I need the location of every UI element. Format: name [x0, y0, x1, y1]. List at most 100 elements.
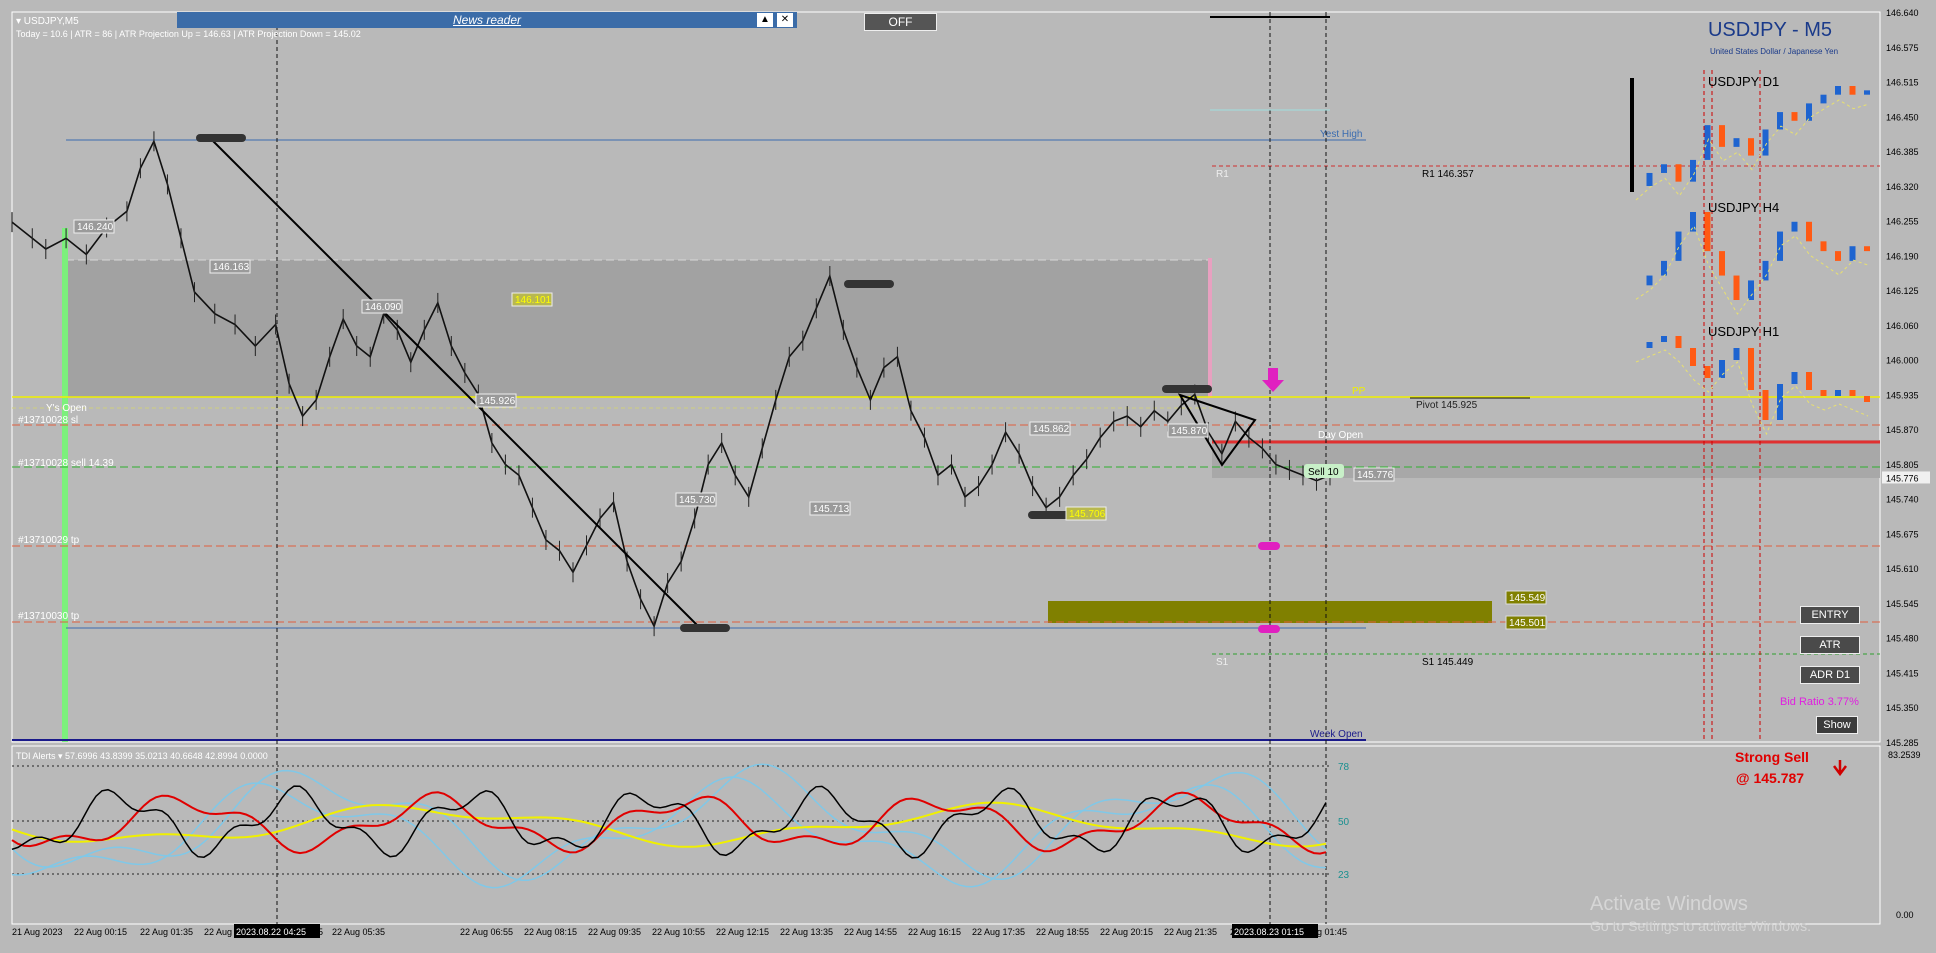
- mini-candle: [1835, 390, 1841, 396]
- indicator-tick: 23: [1338, 870, 1350, 881]
- mini-candle: [1704, 212, 1711, 252]
- mini-candle: [1835, 251, 1841, 261]
- mini-candle: [1777, 231, 1783, 261]
- stats-line: Today = 10.6 | ATR = 86 | ATR Projection…: [16, 29, 361, 39]
- indicator-scale-bottom: 0.00: [1896, 910, 1914, 920]
- swing-marker: [680, 624, 730, 632]
- sell-tag: Sell 10: [1308, 467, 1339, 478]
- mini-candle: [1806, 221, 1812, 242]
- mini-candle: [1719, 360, 1725, 378]
- target-zone: [1048, 601, 1492, 623]
- swing-marker: [844, 280, 894, 288]
- indicator-header: TDI Alerts ▾ 57.6996 43.8399 35.0213 40.…: [16, 751, 268, 761]
- mini-candle: [1762, 129, 1769, 156]
- price-tick-label: 145.285: [1886, 738, 1919, 748]
- mini-chart-label: USDJPY H1: [1708, 324, 1779, 339]
- time-label: 2023.08.22 04:25: [236, 927, 306, 937]
- mini-candle: [1661, 164, 1667, 173]
- panel-subtitle: United States Dollar / Japanese Yen: [1710, 47, 1838, 56]
- adr-d1-button[interactable]: ADR D1: [1800, 666, 1860, 684]
- show-button[interactable]: Show: [1816, 716, 1858, 734]
- price-tick-label: 146.385: [1886, 147, 1919, 157]
- target-marker: [1258, 625, 1280, 633]
- time-label: 2023.08.23 01:15: [1234, 927, 1304, 937]
- price-label: 145.730: [679, 495, 716, 506]
- price-tick-label: 145.935: [1886, 390, 1919, 400]
- time-label: 22 Aug 09:35: [588, 927, 641, 937]
- price-label: 146.240: [77, 222, 114, 233]
- mini-candle: [1762, 260, 1769, 281]
- current-price-tag-label: 145.776: [1886, 473, 1919, 483]
- close-icon[interactable]: ✕: [777, 13, 793, 27]
- mini-candle: [1646, 172, 1653, 186]
- mini-candle: [1704, 366, 1711, 378]
- price-tick-label: 145.675: [1886, 529, 1919, 539]
- range-zone-edge: [1208, 258, 1212, 398]
- mini-candle: [1806, 103, 1812, 121]
- mini-candle: [1675, 231, 1682, 261]
- mini-candle: [1806, 372, 1812, 390]
- bid-ratio: Bid Ratio 3.77%: [1780, 696, 1859, 708]
- swing-marker: [1162, 385, 1212, 393]
- panel-title: USDJPY - M5: [1708, 19, 1832, 41]
- price-tick-label: 146.450: [1886, 112, 1919, 122]
- range-zone: [66, 260, 1210, 397]
- mini-candle: [1646, 275, 1653, 286]
- price-tick-label: 146.640: [1886, 8, 1919, 18]
- mini-candle: [1762, 390, 1769, 420]
- level-label: #13710028 sell 14.39: [18, 458, 114, 469]
- time-label: 22 Aug 13:35: [780, 927, 833, 937]
- price-label: 145.776: [1357, 470, 1394, 481]
- indicator-tick: 78: [1338, 762, 1350, 773]
- price-label: 145.713: [813, 504, 850, 515]
- mini-candle: [1791, 112, 1798, 121]
- activate-windows-title: Activate Windows: [1590, 893, 1748, 915]
- mini-candle: [1661, 260, 1667, 276]
- mini-candle: [1719, 125, 1725, 147]
- time-label: 21 Aug 2023: [12, 927, 63, 937]
- swing-marker: [196, 134, 246, 142]
- mini-candle: [1748, 138, 1754, 156]
- mini-candle: [1733, 138, 1740, 147]
- collapse-arrow-icon[interactable]: ▲: [757, 13, 773, 27]
- indicator-scale-top: 83.2539: [1888, 750, 1921, 760]
- level-label: Day Open: [1318, 430, 1363, 441]
- mini-candle: [1849, 390, 1856, 396]
- symbol-label: ▾ USDJPY,M5: [16, 16, 79, 27]
- mini-candle: [1646, 342, 1653, 348]
- mini-candle: [1748, 348, 1754, 390]
- mini-candle: [1690, 348, 1696, 366]
- level-label: Pivot 145.925: [1416, 400, 1478, 411]
- time-label: 22 Aug 12:15: [716, 927, 769, 937]
- price-tick-label: 145.740: [1886, 495, 1919, 505]
- price-label: 145.862: [1033, 424, 1070, 435]
- time-label: 5: [318, 927, 323, 937]
- time-label: 22 Aug 05:35: [332, 927, 385, 937]
- mini-candle: [1704, 125, 1711, 160]
- level-label: PP: [1352, 386, 1366, 397]
- activate-windows-subtitle: Go to Settings to activate Windows.: [1590, 918, 1811, 934]
- price-label: 145.706: [1069, 509, 1106, 520]
- news-reader-bar[interactable]: News reader ▲ ✕: [177, 12, 797, 28]
- time-label: 22 Aug 21:35: [1164, 927, 1217, 937]
- mini-candle: [1864, 246, 1870, 252]
- news-reader-label[interactable]: News reader: [453, 13, 521, 27]
- mini-candle: [1820, 241, 1827, 252]
- price-tick-label: 145.480: [1886, 634, 1919, 644]
- off-button[interactable]: OFF: [864, 13, 937, 31]
- time-label: 22 Aug: [204, 927, 232, 937]
- entry-button[interactable]: ENTRY: [1800, 606, 1860, 624]
- zone-label: 145.501: [1509, 618, 1546, 629]
- mini-candle: [1835, 86, 1841, 95]
- mini-candle: [1748, 280, 1754, 300]
- time-label: 22 Aug 18:55: [1036, 927, 1089, 937]
- price-chart[interactable]: 146.640 146.575 146.515 146.450 146.385 146.3…: [0, 0, 1936, 953]
- time-label: 22 Aug 17:35: [972, 927, 1025, 937]
- level-label: Y's Open: [46, 403, 87, 414]
- mini-candle: [1661, 336, 1667, 342]
- time-label: 22 Aug 16:15: [908, 927, 961, 937]
- price-label: 145.926: [479, 396, 516, 407]
- mini-chart-label: USDJPY H4: [1708, 200, 1779, 215]
- level-label: #13710029 tp: [18, 535, 80, 546]
- atr-button[interactable]: ATR: [1800, 636, 1860, 654]
